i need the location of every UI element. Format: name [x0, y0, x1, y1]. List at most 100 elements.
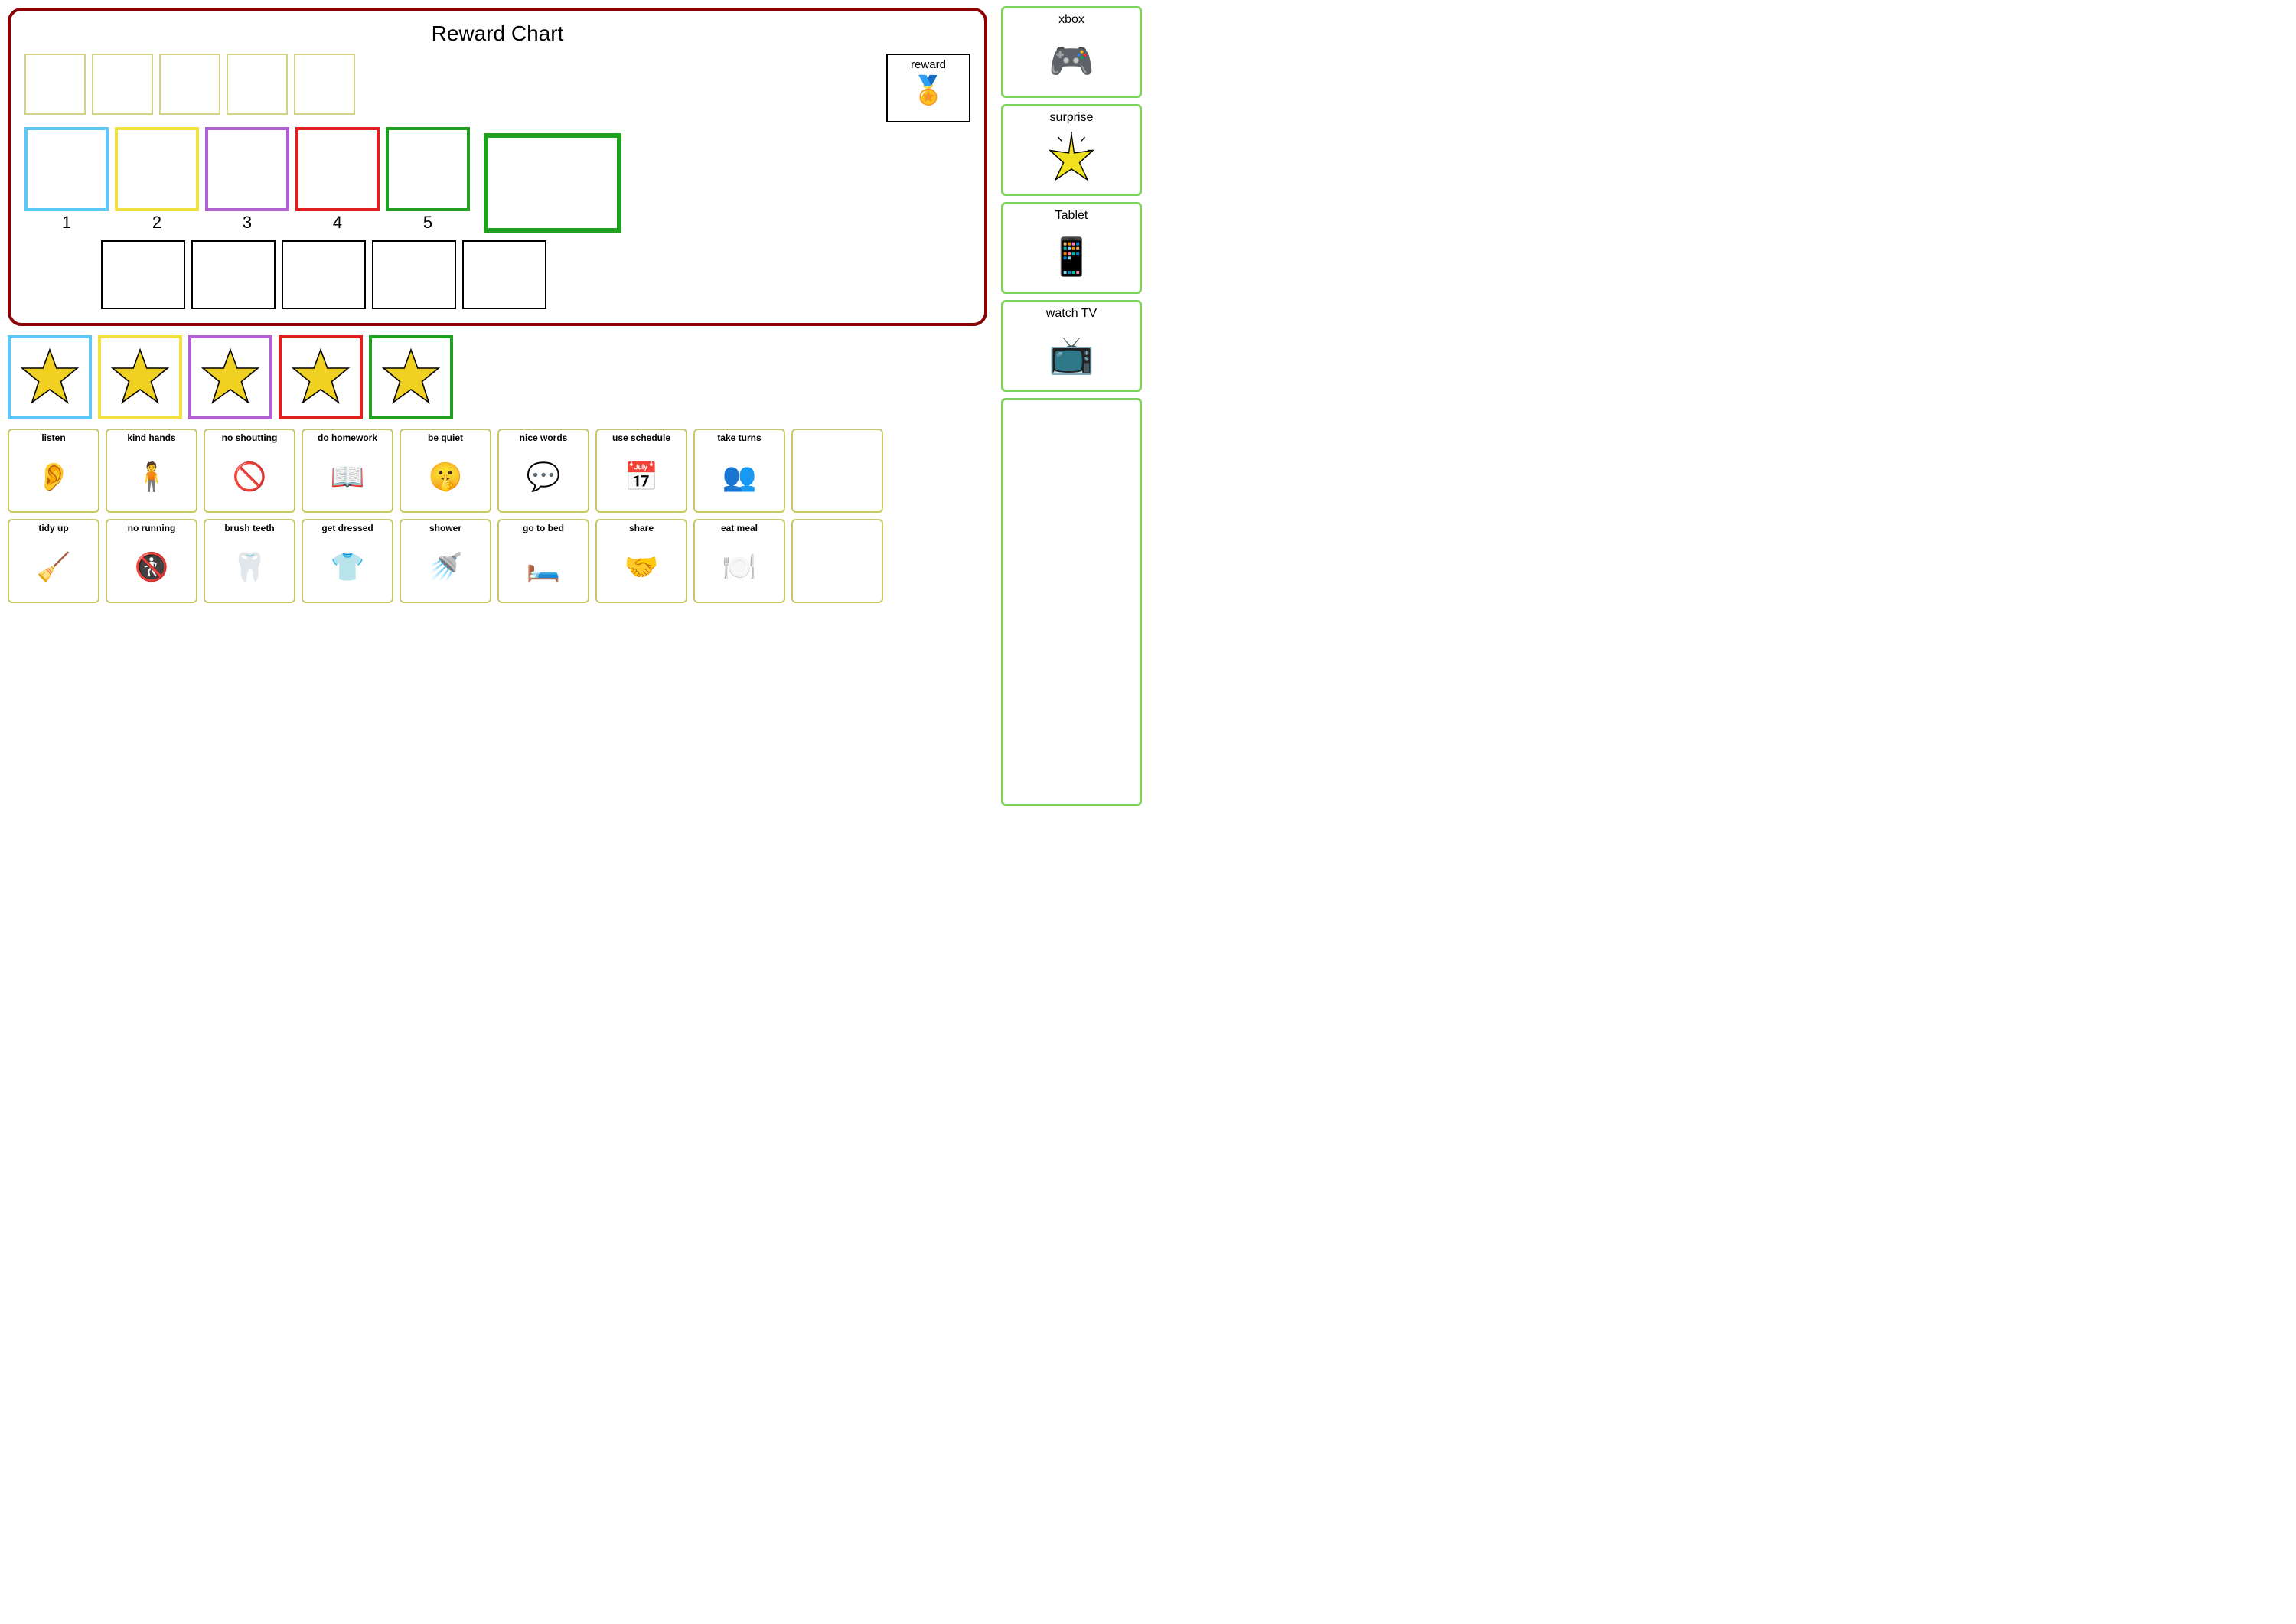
star-box-5[interactable]	[369, 335, 453, 419]
reward-label-watch-tv: watch TV	[1046, 307, 1097, 321]
task-card-do-homework[interactable]: do homework 📖	[302, 429, 393, 513]
task-card-go-to-bed[interactable]: go to bed 🛏️	[497, 519, 589, 603]
task-card-nice-words[interactable]: nice words 💬	[497, 429, 589, 513]
small-boxes-group	[24, 54, 355, 115]
task-card-eat-meal[interactable]: eat meal 🍽️	[693, 519, 785, 603]
reward-item-tablet[interactable]: Tablet 📱	[1001, 202, 1142, 294]
bottom-box-4[interactable]	[372, 240, 456, 309]
bottom-box-5[interactable]	[462, 240, 546, 309]
star-box-4[interactable]	[279, 335, 363, 419]
chart-rows: reward 🏅 1 2 3	[24, 54, 970, 309]
task-label-no-shouting: no shoutting	[222, 433, 278, 443]
task-icon-tidy-up: 🧹	[11, 535, 96, 598]
chart-top-row: reward 🏅	[24, 54, 970, 122]
star-box-3[interactable]	[188, 335, 272, 419]
task-icon-listen: 👂	[11, 445, 96, 508]
task-icon-brush-teeth: 🦷	[207, 535, 292, 598]
task-icon-go-to-bed: 🛏️	[501, 535, 586, 598]
task-icon-kind-hands: 🧍	[109, 445, 194, 508]
box-number-5: 5	[423, 213, 432, 233]
chart-title: Reward Chart	[24, 21, 970, 46]
box-wrap-1: 1	[24, 127, 109, 233]
task-rows: listen 👂 kind hands 🧍 no shoutting 🚫 do …	[8, 429, 987, 603]
numbered-box-1[interactable]	[24, 127, 109, 211]
task-label-get-dressed: get dressed	[321, 523, 373, 533]
numbered-box-5[interactable]	[386, 127, 470, 211]
task-card-get-dressed[interactable]: get dressed 👕	[302, 519, 393, 603]
reward-label-xbox: xbox	[1058, 13, 1084, 27]
reward-item-xbox[interactable]: xbox 🎮	[1001, 6, 1142, 98]
task-card-empty-1[interactable]	[791, 429, 883, 513]
star-box-2[interactable]	[98, 335, 182, 419]
reward-icon-tablet: 📱	[1049, 226, 1094, 287]
task-label-do-homework: do homework	[318, 433, 377, 443]
bottom-box-1[interactable]	[101, 240, 185, 309]
task-card-listen[interactable]: listen 👂	[8, 429, 99, 513]
task-icon-be-quiet: 🤫	[403, 445, 488, 508]
task-card-take-turns[interactable]: take turns 👥	[693, 429, 785, 513]
task-icon-do-homework: 📖	[305, 445, 390, 508]
task-card-tidy-up[interactable]: tidy up 🧹	[8, 519, 99, 603]
right-sidebar: xbox 🎮 surprise Tablet 📱 watch TV 📺	[995, 0, 1148, 812]
main-area: Reward Chart reward 🏅	[0, 0, 995, 812]
reward-item-watch-tv[interactable]: watch TV 📺	[1001, 300, 1142, 392]
task-icon-take-turns: 👥	[696, 445, 782, 508]
box-number-2: 2	[152, 213, 161, 233]
reward-icon: 🏅	[912, 74, 946, 106]
task-label-nice-words: nice words	[520, 433, 568, 443]
task-label-brush-teeth: brush teeth	[224, 523, 274, 533]
reward-icon-xbox: 🎮	[1049, 30, 1094, 91]
task-icon-share: 🤝	[598, 535, 684, 598]
small-box-1[interactable]	[24, 54, 86, 115]
task-label-kind-hands: kind hands	[127, 433, 175, 443]
task-card-kind-hands[interactable]: kind hands 🧍	[106, 429, 197, 513]
chart-bottom-row	[101, 240, 970, 309]
star-icon-5	[380, 347, 442, 408]
reward-item-surprise[interactable]: surprise	[1001, 104, 1142, 196]
box-wrap-3: 3	[205, 127, 289, 233]
task-card-be-quiet[interactable]: be quiet 🤫	[400, 429, 491, 513]
task-card-no-running[interactable]: no running 🚷	[106, 519, 197, 603]
task-card-share[interactable]: share 🤝	[595, 519, 687, 603]
task-card-brush-teeth[interactable]: brush teeth 🦷	[204, 519, 295, 603]
numbered-row-wrap: 1 2 3 4 5	[24, 127, 970, 233]
task-label-listen: listen	[41, 433, 65, 443]
task-icon-get-dressed: 👕	[305, 535, 390, 598]
numbered-box-3[interactable]	[205, 127, 289, 211]
box-wrap-5: 5	[386, 127, 470, 233]
reward-icon-watch-tv: 📺	[1049, 324, 1094, 385]
task-icon-use-schedule: 📅	[598, 445, 684, 508]
task-label-no-running: no running	[128, 523, 176, 533]
reward-item-empty[interactable]	[1001, 398, 1142, 806]
star-icon-4	[290, 347, 351, 408]
task-row-2: tidy up 🧹 no running 🚷 brush teeth 🦷 get…	[8, 519, 987, 603]
star-icon-2	[109, 347, 171, 408]
bottom-box-3[interactable]	[282, 240, 366, 309]
task-icon-eat-meal: 🍽️	[696, 535, 782, 598]
reward-icon-surprise	[1045, 128, 1098, 189]
task-label-shower: shower	[429, 523, 461, 533]
task-icon-no-shouting: 🚫	[207, 445, 292, 508]
box-wrap-4: 4	[295, 127, 380, 233]
reward-label: reward	[911, 58, 946, 71]
task-label-share: share	[629, 523, 654, 533]
task-label-tidy-up: tidy up	[38, 523, 68, 533]
task-card-use-schedule[interactable]: use schedule 📅	[595, 429, 687, 513]
bottom-box-2[interactable]	[191, 240, 276, 309]
small-box-4[interactable]	[227, 54, 288, 115]
numbered-boxes-row: 1 2 3 4 5	[24, 127, 470, 233]
numbered-box-2[interactable]	[115, 127, 199, 211]
task-label-take-turns: take turns	[717, 433, 761, 443]
large-green-box[interactable]	[484, 133, 621, 233]
task-label-go-to-bed: go to bed	[523, 523, 564, 533]
task-card-no-shouting[interactable]: no shoutting 🚫	[204, 429, 295, 513]
small-box-5[interactable]	[294, 54, 355, 115]
star-box-1[interactable]	[8, 335, 92, 419]
task-card-shower[interactable]: shower 🚿	[400, 519, 491, 603]
small-box-3[interactable]	[159, 54, 220, 115]
task-card-empty-2[interactable]	[791, 519, 883, 603]
task-icon-no-running: 🚷	[109, 535, 194, 598]
small-box-2[interactable]	[92, 54, 153, 115]
task-label-use-schedule: use schedule	[612, 433, 670, 443]
numbered-box-4[interactable]	[295, 127, 380, 211]
